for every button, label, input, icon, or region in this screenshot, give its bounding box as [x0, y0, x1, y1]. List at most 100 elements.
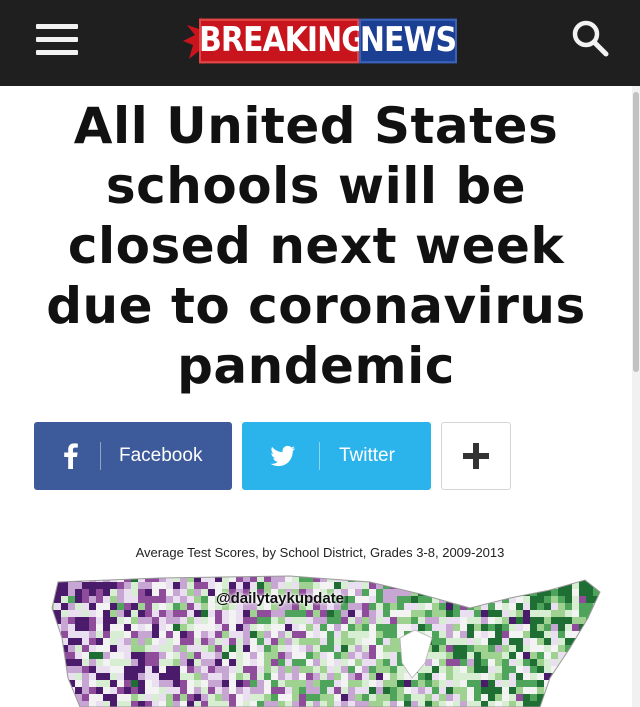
search-icon[interactable] — [570, 18, 610, 58]
map-district-cell — [404, 582, 411, 589]
map-district-cell — [103, 568, 110, 575]
map-district-cell — [530, 582, 537, 589]
map-district-cell — [565, 680, 572, 687]
map-district-cell — [390, 680, 397, 687]
map-district-cell — [201, 666, 208, 673]
map-district-cell — [586, 645, 593, 652]
map-district-cell — [523, 638, 530, 645]
map-district-cell — [439, 652, 446, 659]
map-district-cell — [82, 631, 89, 638]
map-district-cell — [544, 645, 551, 652]
map-district-cell — [194, 645, 201, 652]
map-district-cell — [145, 645, 152, 652]
logo-word-news: NEWS — [359, 18, 457, 64]
map-district-cell — [327, 694, 334, 701]
map-district-cell — [551, 701, 558, 707]
map-district-cell — [313, 631, 320, 638]
map-district-cell — [411, 582, 418, 589]
map-district-cell — [52, 673, 54, 680]
more-share-button[interactable] — [441, 422, 511, 490]
hamburger-menu-icon[interactable] — [36, 22, 80, 56]
map-district-cell — [201, 694, 208, 701]
map-district-cell — [369, 687, 376, 694]
map-district-cell — [229, 659, 236, 666]
map-district-cell — [432, 680, 439, 687]
map-district-cell — [250, 617, 257, 624]
map-district-cell — [481, 638, 488, 645]
map-district-cell — [565, 701, 572, 707]
map-district-cell — [173, 687, 180, 694]
map-district-cell — [432, 568, 439, 575]
map-district-cell — [313, 638, 320, 645]
map-district-cell — [215, 576, 222, 582]
map-district-cell — [453, 568, 460, 575]
map-district-cell — [236, 687, 243, 694]
map-district-cell — [404, 617, 411, 624]
map-district-cell — [334, 659, 341, 666]
map-district-cell — [243, 624, 250, 631]
map-district-cell — [173, 673, 180, 680]
map-district-cell — [54, 701, 61, 707]
map-district-cell — [544, 652, 551, 659]
map-district-cell — [390, 631, 397, 638]
map-district-cell — [523, 582, 530, 589]
map-district-cell — [68, 673, 75, 680]
map-district-cell — [607, 610, 610, 617]
map-district-cell — [439, 638, 446, 645]
map-district-cell — [369, 576, 376, 582]
map-district-cell — [432, 582, 439, 589]
map-district-cell — [320, 673, 327, 680]
map-district-cell — [313, 680, 320, 687]
map-district-cell — [327, 701, 334, 707]
scrollbar-thumb[interactable] — [633, 92, 639, 372]
map-district-cell — [362, 652, 369, 659]
map-district-cell — [152, 624, 159, 631]
facebook-share-button[interactable]: Facebook — [34, 422, 232, 490]
map-district-cell — [355, 694, 362, 701]
map-district-cell — [264, 610, 271, 617]
map-district-cell — [425, 617, 432, 624]
map-district-cell — [544, 617, 551, 624]
map-district-cell — [432, 701, 439, 707]
map-district-cell — [348, 659, 355, 666]
map-district-cell — [271, 659, 278, 666]
map-district-cell — [229, 673, 236, 680]
map-district-cell — [467, 659, 474, 666]
map-district-cell — [432, 617, 439, 624]
map-district-cell — [68, 638, 75, 645]
map-district-cell — [320, 659, 327, 666]
map-district-cell — [593, 624, 600, 631]
map-district-cell — [516, 666, 523, 673]
map-district-cell — [152, 631, 159, 638]
map-district-cell — [138, 701, 145, 707]
map-district-cell — [124, 582, 131, 589]
map-district-cell — [243, 631, 250, 638]
map-district-cell — [194, 652, 201, 659]
map-district-cell — [278, 568, 285, 575]
map-district-cell — [124, 652, 131, 659]
map-district-cell — [215, 652, 222, 659]
map-district-cell — [187, 582, 194, 589]
map-district-cell — [40, 680, 47, 687]
map-district-cell — [607, 659, 610, 666]
twitter-share-button[interactable]: Twitter — [242, 422, 431, 490]
map-district-cell — [236, 652, 243, 659]
map-district-cell — [369, 568, 376, 575]
map-district-cell — [383, 576, 390, 582]
map-district-cell — [544, 568, 551, 575]
map-district-cell — [376, 631, 383, 638]
map-district-cell — [180, 638, 187, 645]
map-district-cell — [341, 666, 348, 673]
map-district-cell — [355, 631, 362, 638]
map-district-cell — [292, 673, 299, 680]
map-district-cell — [68, 624, 75, 631]
map-district-cell — [250, 687, 257, 694]
map-district-cell — [502, 576, 509, 582]
map-district-cell — [369, 624, 376, 631]
breaking-news-logo[interactable]: BREAKING NEWS — [183, 11, 458, 71]
map-district-cell — [509, 645, 516, 652]
map-district-cell — [593, 568, 600, 575]
map-district-cell — [271, 638, 278, 645]
map-district-cell — [40, 694, 47, 701]
map-district-cell — [404, 694, 411, 701]
